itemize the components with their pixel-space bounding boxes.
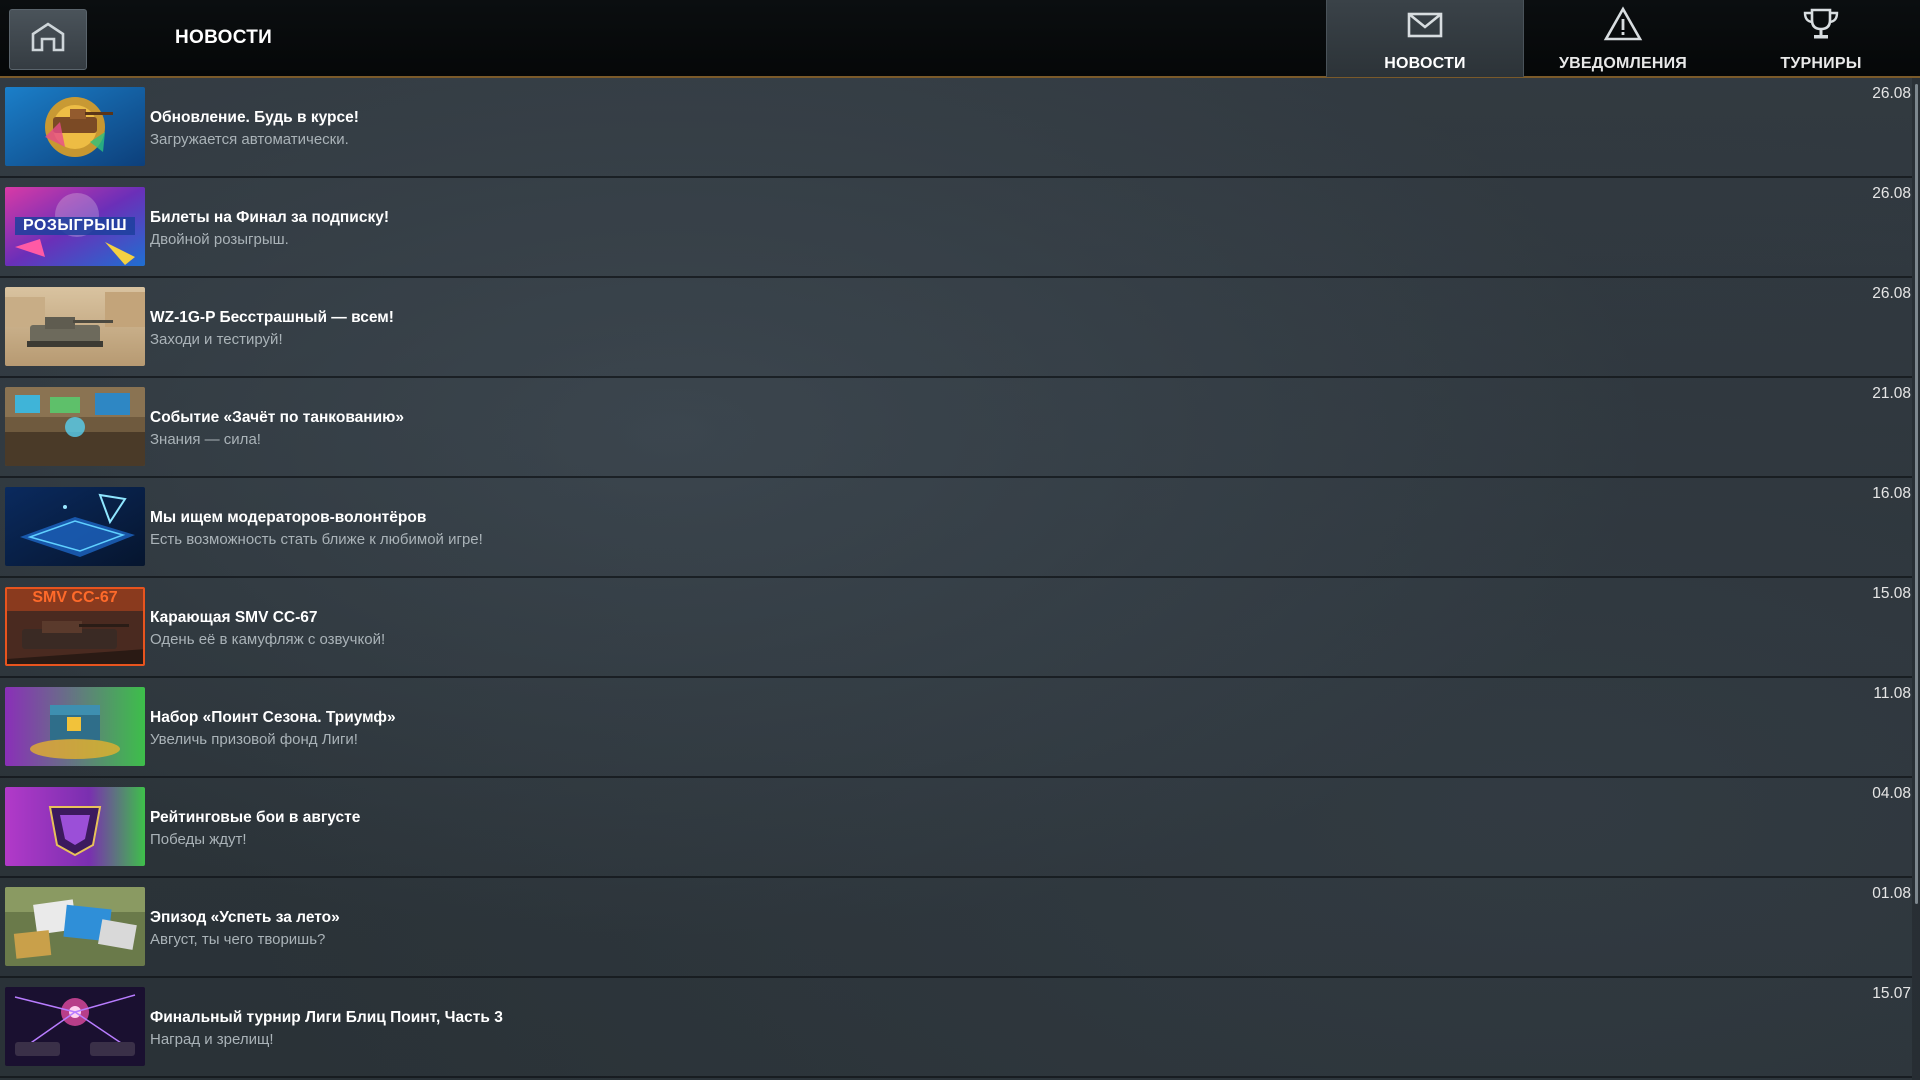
news-date: 26.08: [1872, 285, 1911, 302]
news-item[interactable]: Обновление. Будь в курсе! Загружается ав…: [0, 78, 1912, 178]
news-thumbnail: [5, 887, 145, 966]
news-thumbnail: РОЗЫГРЫШ: [5, 187, 145, 266]
news-subtitle: Наград и зрелищ!: [150, 1031, 274, 1048]
news-title: Финальный турнир Лиги Блиц Поинт, Часть …: [150, 1009, 503, 1026]
news-date: 16.08: [1872, 485, 1911, 502]
tab-notifications[interactable]: УВЕДОМЛЕНИЯ: [1524, 0, 1722, 77]
news-subtitle: Победы ждут!: [150, 831, 247, 848]
news-date: 11.08: [1873, 685, 1911, 702]
news-subtitle: Есть возможность стать ближе к любимой и…: [150, 531, 483, 548]
news-title: Эпизод «Успеть за лето»: [150, 909, 340, 926]
news-date: 21.08: [1872, 385, 1911, 402]
news-date: 15.07: [1872, 985, 1911, 1002]
news-title: Билеты на Финал за подписку!: [150, 209, 389, 226]
news-title: Карающая SMV CC-67: [150, 609, 318, 626]
news-subtitle: Увеличь призовой фонд Лиги!: [150, 731, 358, 748]
news-thumbnail: [5, 787, 145, 866]
news-thumbnail: [5, 387, 145, 466]
news-thumbnail: [5, 287, 145, 366]
news-thumbnail: [5, 487, 145, 566]
news-item[interactable]: Финальный турнир Лиги Блиц Поинт, Часть …: [0, 978, 1912, 1078]
news-item[interactable]: Мы ищем модераторов-волонтёров Есть возм…: [0, 478, 1912, 578]
tab-notifications-label: УВЕДОМЛЕНИЯ: [1558, 55, 1687, 72]
news-title: Обновление. Будь в курсе!: [150, 109, 359, 126]
news-title: Событие «Зачёт по танкованию»: [150, 409, 405, 426]
page-title: НОВОСТИ: [175, 27, 273, 48]
news-title: WZ-1G-P Бесстрашный — всем!: [150, 309, 394, 326]
news-subtitle: Одень её в камуфляж с озвучкой!: [150, 631, 386, 648]
tab-news-label: НОВОСТИ: [1384, 55, 1466, 72]
news-item[interactable]: РОЗЫГРЫШ Билеты на Финал за подписку! Дв…: [0, 178, 1912, 278]
news-subtitle: Знания — сила!: [150, 431, 261, 448]
scrollbar-thumb[interactable]: [1915, 84, 1918, 904]
news-item[interactable]: Набор «Поинт Сезона. Триумф» Увеличь при…: [0, 678, 1912, 778]
news-item[interactable]: Рейтинговые бои в августе Победы ждут! 0…: [0, 778, 1912, 878]
news-subtitle: Загружается автоматически.: [150, 131, 349, 148]
news-date: 15.08: [1872, 585, 1911, 602]
home-icon: [30, 21, 66, 58]
news-date: 26.08: [1872, 185, 1911, 202]
news-thumbnail: [5, 687, 145, 766]
thumbnail-caption: РОЗЫГРЫШ: [22, 217, 128, 234]
top-bar: НОВОСТИ НОВОСТИ УВЕДОМЛЕНИЯ ТУРНИРЫ: [0, 0, 1920, 78]
thumbnail-caption: SMV CC-67: [32, 589, 118, 606]
news-screen: НОВОСТИ НОВОСТИ УВЕДОМЛЕНИЯ ТУРНИРЫ Обно…: [0, 0, 1920, 1080]
envelope-icon: [1405, 6, 1445, 55]
news-subtitle: Двойной розыгрыш.: [150, 231, 289, 248]
news-date: 04.08: [1872, 785, 1911, 802]
news-title: Набор «Поинт Сезона. Триумф»: [150, 709, 396, 726]
tab-tournaments-label: ТУРНИРЫ: [1780, 55, 1862, 72]
trophy-icon: [1801, 6, 1841, 55]
news-thumbnail: SMV CC-67: [5, 587, 145, 666]
news-list: Обновление. Будь в курсе! Загружается ав…: [0, 78, 1912, 1080]
tab-tournaments[interactable]: ТУРНИРЫ: [1722, 0, 1920, 77]
tab-news[interactable]: НОВОСТИ: [1326, 0, 1524, 77]
news-scrollbar[interactable]: [1912, 78, 1920, 1080]
news-title: Мы ищем модераторов-волонтёров: [150, 509, 427, 526]
warning-icon: [1603, 6, 1643, 55]
tab-bar: НОВОСТИ УВЕДОМЛЕНИЯ ТУРНИРЫ: [1326, 0, 1920, 78]
news-title: Рейтинговые бои в августе: [150, 809, 361, 826]
news-subtitle: Август, ты чего творишь?: [150, 931, 326, 948]
news-thumbnail: [5, 87, 145, 166]
news-item[interactable]: Событие «Зачёт по танкованию» Знания — с…: [0, 378, 1912, 478]
news-item[interactable]: SMV CC-67 Карающая SMV CC-67 Одень её в …: [0, 578, 1912, 678]
news-subtitle: Заходи и тестируй!: [150, 331, 283, 348]
news-date: 26.08: [1872, 85, 1911, 102]
news-thumbnail: [5, 987, 145, 1066]
news-item[interactable]: WZ-1G-P Бесстрашный — всем! Заходи и тес…: [0, 278, 1912, 378]
home-button[interactable]: [9, 9, 87, 70]
news-date: 01.08: [1872, 885, 1911, 902]
news-item[interactable]: Эпизод «Успеть за лето» Август, ты чего …: [0, 878, 1912, 978]
